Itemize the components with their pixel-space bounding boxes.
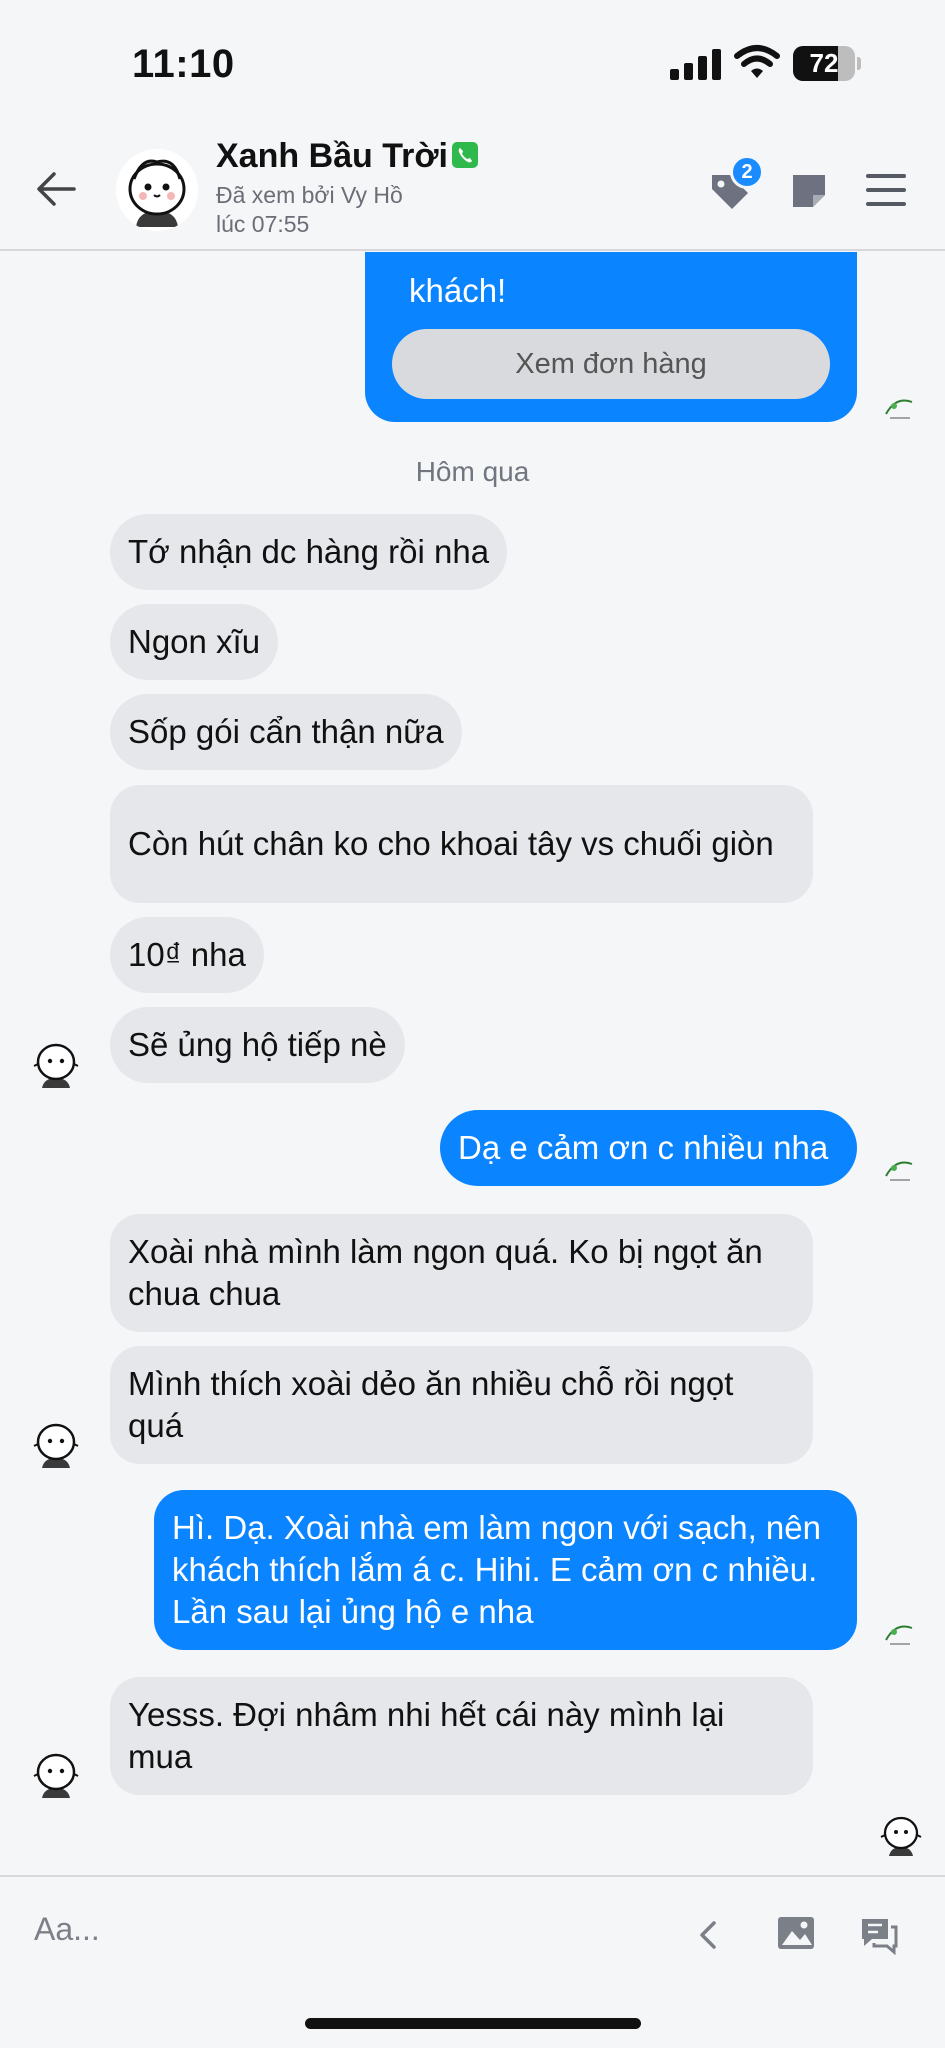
message-bubble-incoming[interactable]: Sốp gói cẩn thận nữa	[110, 694, 462, 770]
status-bar: 11:10 72	[0, 0, 945, 125]
message-bubble-incoming[interactable]: 10₫ nha	[110, 917, 264, 993]
contact-avatar[interactable]	[116, 149, 198, 231]
message-text: 10₫ nha	[128, 936, 246, 973]
cellular-signal-icon	[670, 48, 722, 80]
seen-time: lúc 07:55	[216, 211, 310, 237]
battery-icon: 72	[793, 46, 861, 81]
seen-status: Đã xem bởi Vy Hồ lúc 07:55	[216, 181, 476, 239]
view-order-button[interactable]: Xem đơn hàng	[392, 329, 830, 399]
message-text: Hì. Dạ. Xoài nhà em làm ngon với sạch, n…	[172, 1509, 821, 1630]
message-bubble-outgoing[interactable]: Dạ e cảm ơn c nhiều nha	[440, 1110, 857, 1186]
message-text: Tớ nhận dc hàng rồi nha	[128, 533, 490, 570]
quick-reply-icon[interactable]	[858, 1915, 900, 1955]
status-time: 11:10	[132, 42, 235, 86]
sender-avatar[interactable]	[30, 1038, 82, 1090]
back-arrow-icon[interactable]	[34, 169, 78, 209]
seen-by-avatar-icon	[880, 1816, 922, 1856]
seen-avatar-icon	[885, 1161, 913, 1181]
message-text: Dạ e cảm ơn c nhiều nha	[458, 1129, 829, 1166]
message-bubble-incoming[interactable]: Mình thích xoài dẻo ăn nhiều chỗ rồi ngọ…	[110, 1346, 813, 1464]
message-bubble-incoming[interactable]: Tớ nhận dc hàng rồi nha	[110, 514, 508, 590]
message-bubble-outgoing[interactable]: Hì. Dạ. Xoài nhà em làm ngon với sạch, n…	[154, 1490, 857, 1650]
phone-icon	[452, 142, 478, 168]
sender-avatar[interactable]	[30, 1748, 82, 1800]
message-list[interactable]: khách! Xem đơn hàng Hôm qua Tớ nhận dc h…	[0, 252, 945, 1875]
seen-by: Đã xem bởi Vy Hồ	[216, 182, 403, 208]
message-input[interactable]: Aa...	[34, 1911, 100, 1948]
message-text: Ngon xĩu	[128, 623, 261, 660]
note-icon[interactable]	[791, 173, 827, 209]
message-text: Xoài nhà mình làm ngon quá. Ko bị ngọt ă…	[128, 1233, 763, 1312]
message-text: Yesss. Đợi nhâm nhi hết cái này mình lại…	[128, 1696, 725, 1775]
date-separator: Hôm qua	[415, 456, 530, 487]
message-bubble-incoming[interactable]: Yesss. Đợi nhâm nhi hết cái này mình lại…	[110, 1677, 813, 1795]
chevron-left-icon[interactable]	[696, 1917, 720, 1953]
contact-name[interactable]: Xanh Bầu Trời	[216, 137, 448, 176]
sender-avatar[interactable]	[30, 1418, 82, 1470]
message-text: Sốp gói cẩn thận nữa	[128, 713, 444, 750]
battery-level: 72	[809, 48, 839, 78]
seen-avatar-icon	[885, 399, 913, 419]
message-text: Sẽ ủng hộ tiếp nè	[128, 1026, 387, 1063]
seen-avatar-icon	[885, 1625, 913, 1645]
message-bubble-incoming[interactable]: Ngon xĩu	[110, 604, 279, 680]
chat-header: Xanh Bầu Trời Đã xem bởi Vy Hồ lúc 07:55…	[0, 125, 945, 251]
message-bubble-incoming[interactable]: Còn hút chân ko cho khoai tây vs chuối g…	[110, 785, 813, 903]
tag-count-badge: 2	[730, 155, 764, 189]
message-bubble-incoming[interactable]: Xoài nhà mình làm ngon quá. Ko bị ngọt ă…	[110, 1214, 813, 1332]
wifi-icon	[734, 45, 780, 78]
image-icon[interactable]	[776, 1915, 816, 1951]
message-text: Mình thích xoài dẻo ăn nhiều chỗ rồi ngọ…	[128, 1365, 734, 1444]
menu-icon[interactable]	[866, 174, 906, 206]
message-composer: Aa...	[0, 1875, 945, 1985]
order-message-text: khách!	[409, 272, 507, 309]
message-text: Còn hút chân ko cho khoai tây vs chuối g…	[128, 825, 774, 862]
message-bubble-incoming[interactable]: Sẽ ủng hộ tiếp nè	[110, 1007, 405, 1083]
home-indicator	[305, 2018, 641, 2029]
